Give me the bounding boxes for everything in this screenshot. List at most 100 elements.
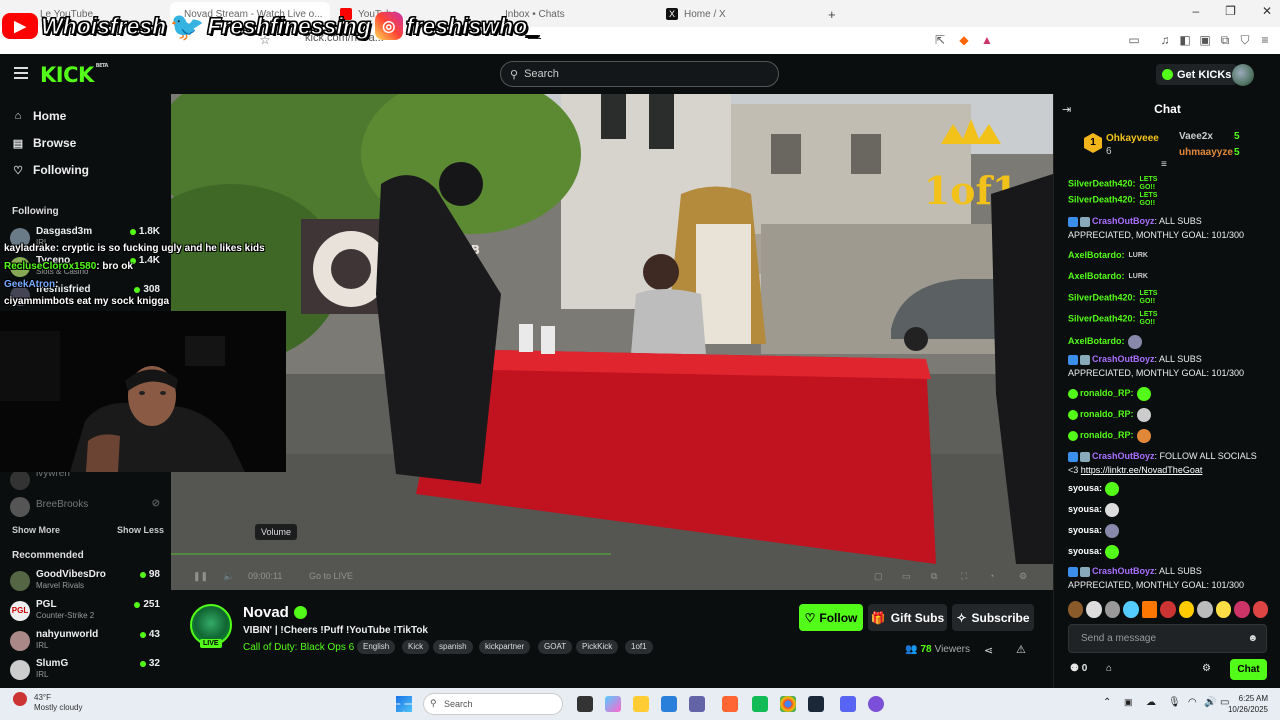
chat-username[interactable]: ronaldo_RP: xyxy=(1080,430,1134,440)
clip-icon[interactable]: ▢ xyxy=(874,571,883,582)
browser-tab[interactable]: X Home / X xyxy=(666,5,756,23)
show-less-link[interactable]: Show Less xyxy=(117,525,164,535)
subscribe-button[interactable]: ✧ Subscribe xyxy=(952,604,1034,631)
menu-icon[interactable]: ≡ xyxy=(1258,33,1272,47)
start-icon[interactable] xyxy=(396,696,412,712)
copilot-icon[interactable] xyxy=(605,696,621,712)
chat-settings-icon[interactable]: ⚙ xyxy=(1202,663,1211,674)
quality-icon[interactable]: ◔ xyxy=(989,571,994,581)
chat-username[interactable]: syousa: xyxy=(1068,483,1102,493)
report-icon[interactable]: ⚠ xyxy=(1016,643,1026,656)
emote[interactable] xyxy=(1104,601,1121,618)
volume-icon[interactable]: 🔊 xyxy=(1204,697,1216,708)
gift-subs-button[interactable]: 🎁 Gift Subs xyxy=(868,604,947,631)
volume-icon[interactable]: 🔈 xyxy=(223,571,234,582)
share-icon[interactable]: ⋖ xyxy=(984,644,993,657)
expand-leaderboard-icon[interactable]: ≡ xyxy=(1161,159,1167,170)
emote[interactable] xyxy=(1252,601,1268,618)
chat-username[interactable]: SilverDeath420: xyxy=(1068,194,1136,204)
emote[interactable] xyxy=(1215,601,1232,618)
minimize-icon[interactable]: – xyxy=(1192,4,1199,18)
chat-username[interactable]: SilverDeath420: xyxy=(1068,292,1136,302)
emote[interactable] xyxy=(1086,601,1102,618)
chat-username[interactable]: SilverDeath420: xyxy=(1068,313,1136,323)
reader-icon[interactable]: ▭ xyxy=(1127,33,1141,47)
tag[interactable]: spanish xyxy=(433,640,473,654)
following-channel-offline[interactable]: BreeBrooks ⊘ xyxy=(10,495,160,521)
nav-browse[interactable]: ▤ Browse xyxy=(12,136,77,150)
chat-username[interactable]: CrashOutBoyz xyxy=(1092,216,1155,226)
chat-username[interactable]: syousa: xyxy=(1068,504,1102,514)
steam-icon[interactable] xyxy=(808,696,824,712)
chat-username[interactable]: AxelBotardo: xyxy=(1068,250,1125,260)
tray-icon[interactable]: ▣ xyxy=(1124,697,1133,708)
discord-icon[interactable] xyxy=(840,696,856,712)
cloud-icon[interactable]: ☁ xyxy=(1146,697,1156,708)
maximize-icon[interactable]: ❐ xyxy=(1225,4,1236,18)
mic-icon[interactable]: 🎙 xyxy=(1168,697,1181,708)
leaderboard-name[interactable]: Ohkayveee xyxy=(1106,133,1159,144)
tag[interactable]: 1of1 xyxy=(625,640,653,654)
sidebar-icon[interactable]: ◧ xyxy=(1178,33,1192,47)
chat-username[interactable]: CrashOutBoyz xyxy=(1092,451,1155,461)
kicks-balance[interactable]: ⚉ 0 xyxy=(1070,663,1087,674)
wifi-icon[interactable]: ◠ xyxy=(1188,697,1197,708)
chat-username[interactable]: syousa: xyxy=(1068,546,1102,556)
store-icon[interactable]: ⌂ xyxy=(1106,663,1112,674)
emote[interactable] xyxy=(1141,601,1158,618)
video-player[interactable]: COULDA B 1of1 xyxy=(171,94,1053,590)
settings-gear-icon[interactable]: ⚙ xyxy=(1019,571,1027,582)
chat-username[interactable]: ronaldo_RP: xyxy=(1080,409,1134,419)
chat-username[interactable]: ronaldo_RP: xyxy=(1080,388,1134,398)
chat-message-input[interactable]: Send a message ☻ xyxy=(1068,624,1267,653)
vpn-icon[interactable]: ⛉ xyxy=(1238,33,1252,47)
emote[interactable] xyxy=(1123,601,1139,618)
go-live-button[interactable]: Go to LIVE xyxy=(309,571,353,581)
task-view-icon[interactable] xyxy=(577,696,593,712)
emote[interactable] xyxy=(1160,601,1176,618)
new-tab-button[interactable]: + xyxy=(828,5,836,23)
chat-link[interactable]: https://linktr.ee/NovadTheGoat xyxy=(1081,465,1203,475)
teams-icon[interactable] xyxy=(689,696,705,712)
emote[interactable] xyxy=(1178,601,1195,618)
progress-bar[interactable] xyxy=(171,553,611,555)
tray-overflow-icon[interactable]: ⌃ xyxy=(1103,697,1111,708)
extensions-icon[interactable]: ⧉ xyxy=(1218,33,1232,47)
chat-username[interactable]: AxelBotardo: xyxy=(1068,271,1125,281)
weather-widget[interactable]: 43°F Mostly cloudy xyxy=(34,693,82,713)
taskbar-search[interactable]: ⚲ Search xyxy=(423,693,563,715)
follow-button[interactable]: ♡ Follow xyxy=(799,604,863,631)
emote[interactable] xyxy=(1068,601,1084,618)
tag[interactable]: kickpartner xyxy=(479,640,531,654)
store-icon[interactable] xyxy=(661,696,677,712)
pip-icon[interactable]: ⧉ xyxy=(931,571,937,582)
tag[interactable]: GOAT xyxy=(538,640,573,654)
chat-username[interactable]: SilverDeath420: xyxy=(1068,178,1136,188)
user-avatar[interactable] xyxy=(1232,64,1254,86)
brave-rewards-icon[interactable]: ▲ xyxy=(980,33,994,47)
get-kicks-button[interactable]: Get KICKs xyxy=(1156,64,1238,85)
chrome-icon[interactable] xyxy=(780,696,796,712)
leaderboard-name[interactable]: uhmaayyze xyxy=(1179,147,1233,158)
tag[interactable]: Kick xyxy=(402,640,430,654)
brave-shield-icon[interactable]: ◆ xyxy=(957,33,971,47)
streamer-name[interactable]: Novad xyxy=(243,604,307,621)
chat-username[interactable]: AxelBotardo: xyxy=(1068,336,1125,346)
recommended-channel[interactable]: PGL PGL Counter-Strike 2 251 xyxy=(10,599,160,625)
pause-icon[interactable]: ❚❚ xyxy=(193,571,208,582)
fullscreen-icon[interactable]: ⛶ xyxy=(961,571,967,582)
chat-username[interactable]: CrashOutBoyz xyxy=(1092,354,1155,364)
app-icon[interactable] xyxy=(752,696,768,712)
app-icon[interactable] xyxy=(868,696,884,712)
search-input[interactable]: ⚲ Search xyxy=(500,61,779,87)
clock[interactable]: 6:25 AM 10/26/2025 xyxy=(1228,693,1268,715)
music-icon[interactable]: ♫ xyxy=(1158,33,1172,47)
show-more-link[interactable]: Show More xyxy=(12,525,60,535)
emote[interactable] xyxy=(1197,601,1213,618)
emoji-picker-icon[interactable]: ☻ xyxy=(1247,633,1258,644)
brave-icon[interactable] xyxy=(722,696,738,712)
recommended-channel[interactable]: GoodVibesDro Marvel Rivals 98 xyxy=(10,569,160,595)
emote[interactable] xyxy=(1234,601,1250,618)
send-chat-button[interactable]: Chat xyxy=(1230,659,1267,680)
nav-following[interactable]: ♡ Following xyxy=(12,163,89,177)
